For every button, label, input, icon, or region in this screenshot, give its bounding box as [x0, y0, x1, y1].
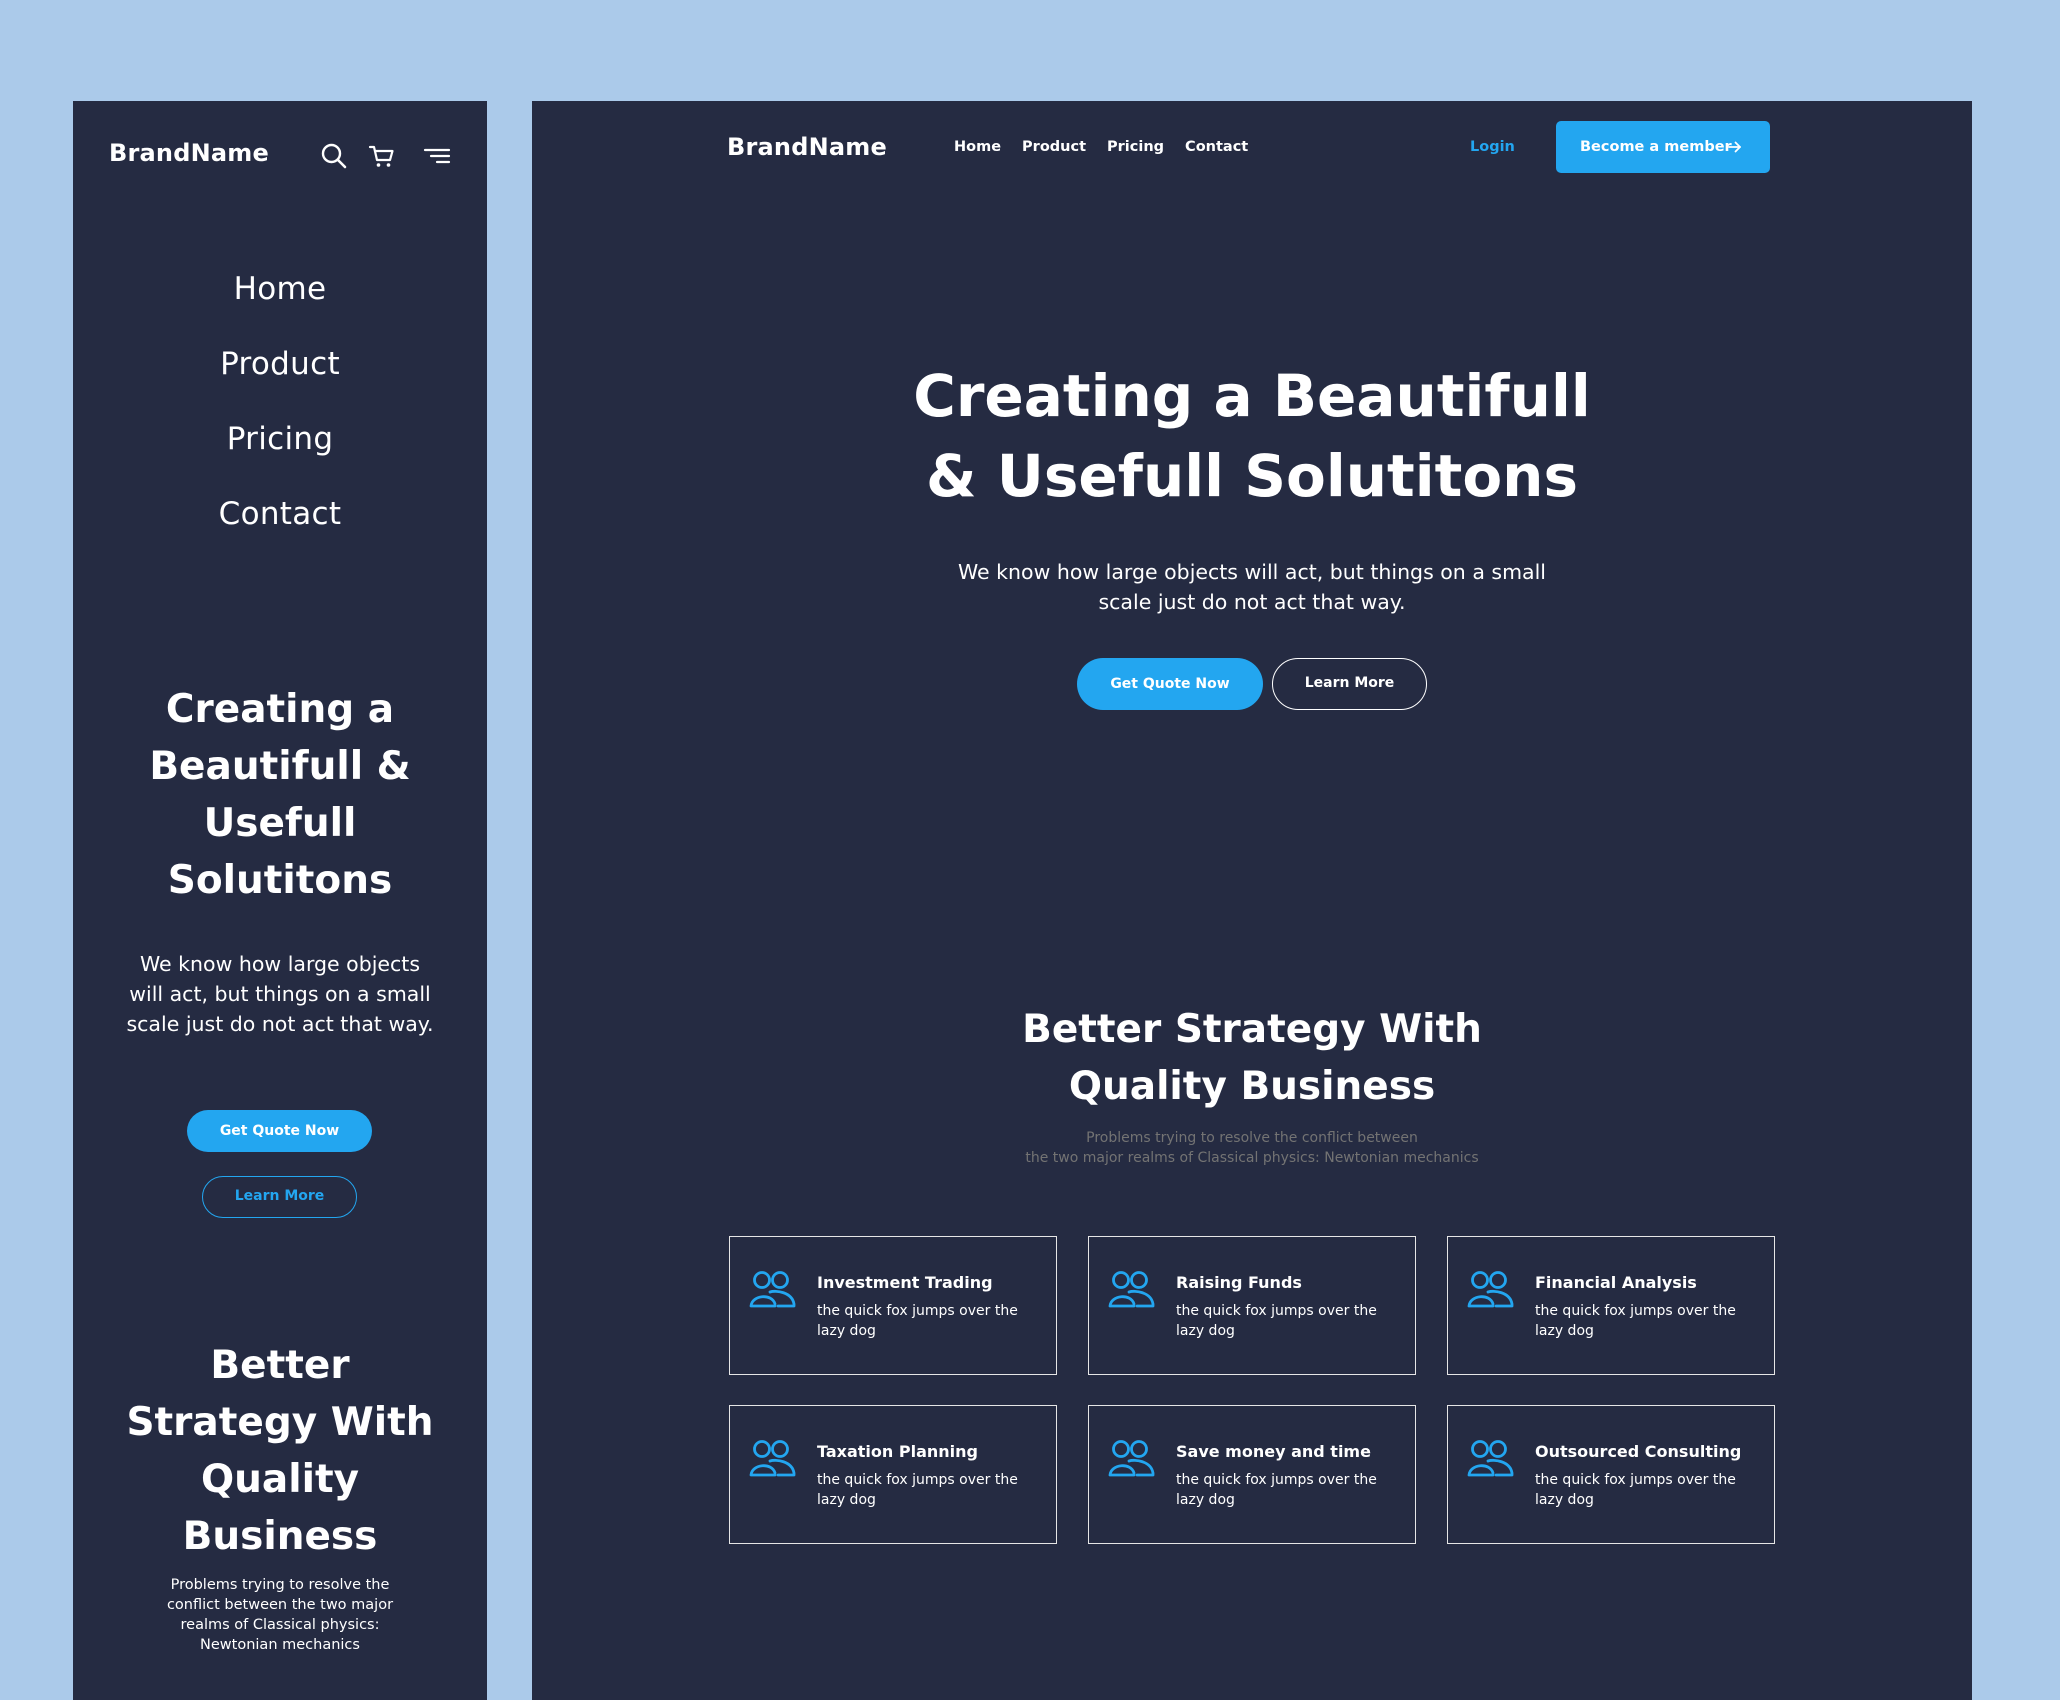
- section-text: Problems trying to resolve the conflict …: [952, 1128, 1552, 1168]
- users-icon: [1467, 1271, 1514, 1308]
- mobile-preview: BrandName Home Product Pricing Contact C…: [73, 101, 487, 1700]
- section-title-line: Better Strategy With: [1022, 1007, 1482, 1052]
- learn-more-button[interactable]: Learn More: [1272, 658, 1427, 710]
- cart-icon[interactable]: [367, 141, 397, 171]
- card-title: Outsourced Consulting: [1535, 1442, 1742, 1461]
- mobile-header: BrandName: [73, 101, 487, 207]
- card-description: the quick fox jumps over the lazy dog: [1535, 1472, 1736, 1508]
- card-title: Financial Analysis: [1535, 1273, 1697, 1292]
- card-description: the quick fox jumps over the lazy dog: [1176, 1303, 1377, 1339]
- get-quote-button[interactable]: Get Quote Now: [187, 1110, 372, 1152]
- mobile-hero-text: We know how large objects will act, but …: [126, 952, 434, 1036]
- users-icon: [1467, 1440, 1514, 1477]
- hero-title-line: Creating a Beautifull: [913, 362, 1591, 430]
- desktop-nav: Home Product Pricing Contact: [954, 139, 1269, 155]
- card-title: Raising Funds: [1176, 1273, 1302, 1292]
- service-card[interactable]: Outsourced Consulting the quick fox jump…: [1447, 1405, 1775, 1544]
- become-member-button[interactable]: Become a member: [1556, 121, 1770, 173]
- card-title: Save money and time: [1176, 1442, 1371, 1461]
- section-title: Better Strategy With Quality Business: [952, 1001, 1552, 1115]
- service-card[interactable]: Raising Funds the quick fox jumps over t…: [1088, 1236, 1416, 1375]
- service-card[interactable]: Financial Analysis the quick fox jumps o…: [1447, 1236, 1775, 1375]
- desktop-preview: BrandName Home Product Pricing Contact L…: [532, 101, 1972, 1700]
- section-title-line: Quality Business: [1068, 1064, 1436, 1109]
- mobile-section-text: Problems trying to resolve the conflict …: [166, 1577, 394, 1653]
- menu-icon[interactable]: [423, 141, 453, 171]
- search-icon[interactable]: [319, 141, 349, 171]
- users-icon: [749, 1440, 796, 1477]
- section-text-line: the two major realms of Classical physic…: [1025, 1150, 1479, 1166]
- nav-item-contact[interactable]: Contact: [73, 486, 487, 561]
- mobile-nav: Home Product Pricing Contact: [73, 261, 487, 561]
- card-description: the quick fox jumps over the lazy dog: [817, 1303, 1018, 1339]
- login-link[interactable]: Login: [1470, 139, 1515, 155]
- users-icon: [1108, 1271, 1155, 1308]
- card-title: Taxation Planning: [817, 1442, 978, 1461]
- nav-item-contact[interactable]: Contact: [1185, 139, 1248, 155]
- get-quote-button[interactable]: Get Quote Now: [1077, 658, 1263, 710]
- nav-item-product[interactable]: Product: [73, 336, 487, 411]
- card-description: the quick fox jumps over the lazy dog: [1176, 1472, 1377, 1508]
- users-icon: [749, 1271, 796, 1308]
- hero-text: We know how large objects will act, but …: [957, 560, 1547, 614]
- nav-item-home[interactable]: Home: [73, 261, 487, 336]
- card-title: Investment Trading: [817, 1273, 993, 1292]
- arrow-right-icon: [1728, 141, 1741, 153]
- users-icon: [1108, 1440, 1155, 1477]
- service-card[interactable]: Taxation Planning the quick fox jumps ov…: [729, 1405, 1057, 1544]
- become-member-label: Become a member: [1580, 139, 1732, 155]
- brand-logo[interactable]: BrandName: [109, 139, 269, 167]
- hero-title: Creating a Beautifull & Usefull Solutito…: [852, 356, 1652, 516]
- nav-item-pricing[interactable]: Pricing: [1107, 139, 1164, 155]
- hero-title-line: & Usefull Solutitons: [926, 442, 1578, 510]
- nav-item-product[interactable]: Product: [1022, 139, 1086, 155]
- section-text-line: Problems trying to resolve the conflict …: [1086, 1130, 1418, 1146]
- card-description: the quick fox jumps over the lazy dog: [817, 1472, 1018, 1508]
- service-card[interactable]: Investment Trading the quick fox jumps o…: [729, 1236, 1057, 1375]
- nav-item-home[interactable]: Home: [954, 139, 1001, 155]
- mobile-hero-title: Creating a Beautifull & Usefull Solutito…: [149, 687, 411, 903]
- nav-item-pricing[interactable]: Pricing: [73, 411, 487, 486]
- learn-more-button[interactable]: Learn More: [202, 1176, 357, 1218]
- card-description: the quick fox jumps over the lazy dog: [1535, 1303, 1736, 1339]
- brand-logo[interactable]: BrandName: [727, 133, 887, 161]
- service-card[interactable]: Save money and time the quick fox jumps …: [1088, 1405, 1416, 1544]
- mobile-section-title: Better Strategy With Quality Business: [126, 1343, 434, 1559]
